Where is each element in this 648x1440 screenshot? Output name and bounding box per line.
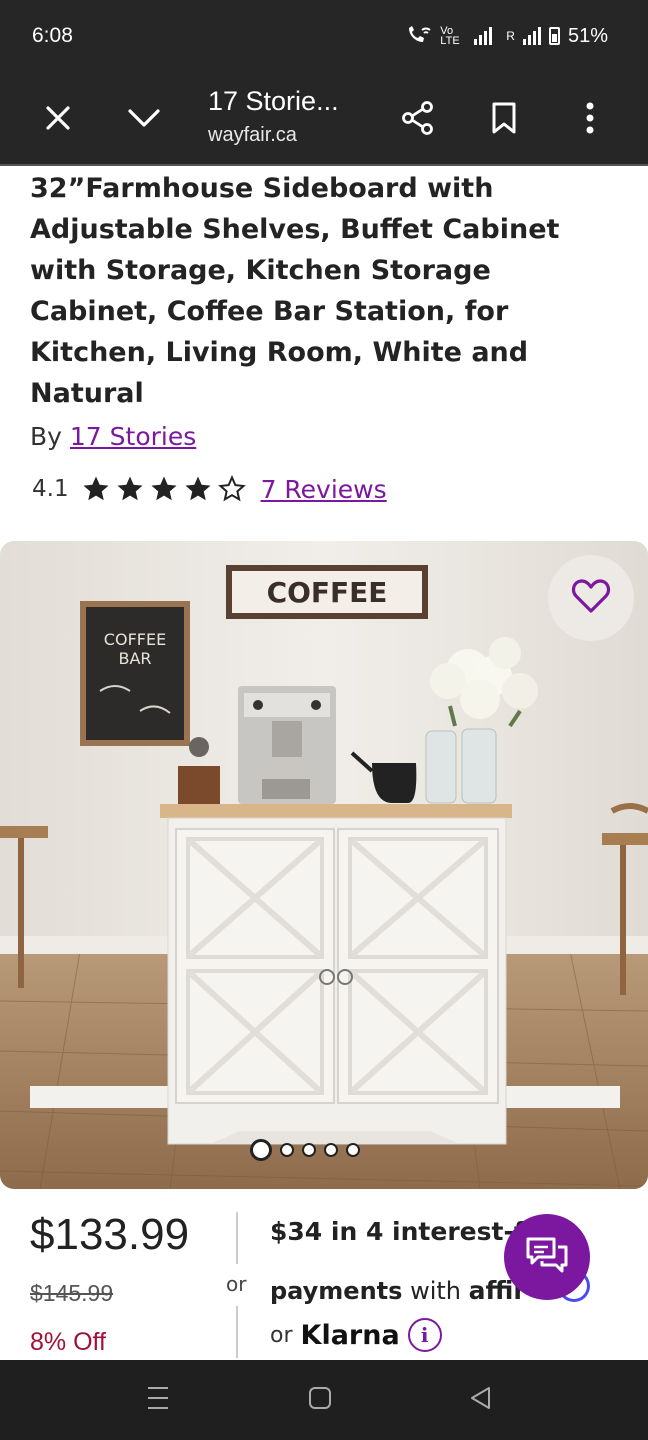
star-empty-icon: [217, 475, 246, 502]
klarna-prefix: or: [270, 1322, 293, 1348]
original-price: $145.99: [30, 1280, 114, 1306]
divider: [236, 1212, 238, 1264]
page-url[interactable]: wayfair.ca: [208, 124, 297, 147]
bookmark-button[interactable]: [478, 94, 530, 146]
network-label-2: R: [506, 29, 515, 43]
brand-link[interactable]: 17 Stories: [70, 422, 196, 451]
share-button[interactable]: [392, 94, 444, 146]
battery-percent: 51%: [567, 24, 608, 47]
rating-value: 4.1: [32, 476, 69, 502]
star-filled-icon: [117, 476, 143, 501]
brand-line: By 17 Stories: [30, 422, 196, 451]
carousel-dot[interactable]: [346, 1143, 360, 1157]
recent-apps-button[interactable]: [138, 1380, 178, 1420]
signal-icon-1: [474, 27, 493, 45]
close-icon: [44, 104, 72, 136]
battery-icon: [548, 27, 560, 45]
with-label: with: [410, 1277, 461, 1305]
coffee-sign-text: COFFEE: [267, 576, 388, 609]
bookmark-icon: [490, 101, 518, 139]
klarna-row: or Klarna i: [270, 1318, 442, 1352]
rating-row: 4.1 7 Reviews: [32, 474, 387, 504]
status-bar: 6:08 Vo LTE R 51%: [0, 0, 648, 76]
payments-line: payments with affir: [270, 1276, 526, 1305]
carousel-dot[interactable]: [324, 1143, 338, 1157]
more-vert-icon: [585, 101, 595, 139]
favorite-button[interactable]: [548, 555, 634, 641]
carousel-dot[interactable]: [250, 1139, 272, 1161]
back-icon: [469, 1386, 491, 1414]
discount-badge: 8% Off: [30, 1328, 106, 1356]
status-time: 6:08: [32, 24, 73, 47]
recent-apps-icon: [146, 1385, 170, 1415]
svg-text:BAR: BAR: [118, 649, 151, 668]
share-icon: [400, 100, 436, 140]
star-filled-icon: [83, 476, 109, 501]
chalkboard-text: COFFEE: [104, 630, 166, 649]
carousel-indicators: [250, 1139, 360, 1161]
tab-menu-button[interactable]: [118, 94, 170, 146]
close-button[interactable]: [32, 94, 84, 146]
home-icon: [308, 1386, 332, 1414]
wifi-calling-icon: [406, 24, 432, 48]
system-nav-bar: [0, 1360, 648, 1440]
carousel-dot[interactable]: [302, 1143, 316, 1157]
carousel-dot[interactable]: [280, 1143, 294, 1157]
or-label: or: [226, 1272, 247, 1296]
product-image-carousel[interactable]: COFFEE COFFEE BAR: [0, 541, 648, 1189]
more-options-button[interactable]: [564, 94, 616, 146]
star-filled-icon: [151, 476, 177, 501]
browser-toolbar: 17 Storie... wayfair.ca: [0, 76, 648, 166]
star-rating: [81, 474, 247, 504]
product-photo: COFFEE COFFEE BAR: [0, 541, 648, 1189]
payments-label: payments: [270, 1277, 403, 1305]
home-button[interactable]: [300, 1380, 340, 1420]
chat-button[interactable]: [504, 1214, 590, 1300]
divider: [236, 1306, 238, 1358]
chat-icon: [524, 1235, 570, 1279]
chevron-down-icon: [127, 107, 161, 133]
info-icon[interactable]: i: [407, 1318, 442, 1352]
reviews-link[interactable]: 7 Reviews: [261, 475, 387, 504]
status-icons: Vo LTE R 51%: [406, 24, 608, 48]
page-title[interactable]: 17 Storie...: [208, 86, 339, 117]
current-price: $133.99: [30, 1210, 190, 1259]
klarna-logo: Klarna: [300, 1319, 400, 1351]
back-button[interactable]: [460, 1380, 500, 1420]
star-filled-icon: [185, 476, 211, 501]
signal-icon-2: [522, 27, 541, 45]
product-title: 32”Farmhouse Sideboard with Adjustable S…: [30, 173, 560, 409]
by-label: By: [30, 422, 62, 451]
network-label-1: Vo LTE: [440, 25, 460, 47]
heart-icon: [571, 578, 611, 618]
